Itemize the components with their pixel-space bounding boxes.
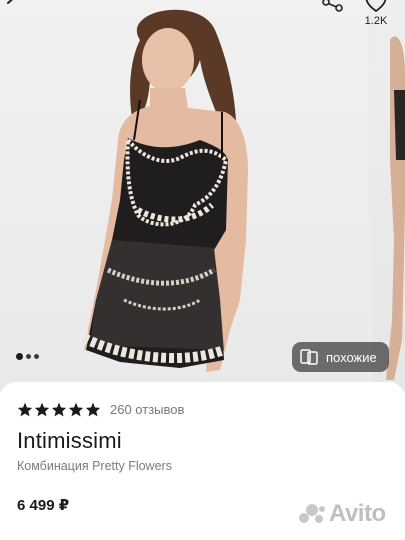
rating-row[interactable]: 260 отзывов: [17, 402, 184, 417]
avito-logo-icon: [299, 504, 325, 523]
star-icon: [34, 402, 50, 417]
similar-label: похожие: [326, 349, 377, 365]
product-price: 6 499 ₽: [17, 497, 70, 514]
reviews-count[interactable]: 260 отзывов: [110, 402, 184, 417]
similar-icon: [300, 349, 318, 365]
product-brand: Intimissimi: [17, 428, 122, 453]
similar-button[interactable]: похожие: [292, 342, 389, 372]
star-icon: [68, 402, 84, 417]
pager-dot: [34, 354, 39, 359]
avito-watermark-text: Avito: [329, 500, 386, 527]
star-icon: [51, 402, 67, 417]
back-arrow-icon[interactable]: [4, 0, 22, 12]
share-icon[interactable]: [322, 0, 344, 14]
star-icon: [17, 402, 33, 417]
product-info-card: 260 отзывов Intimissimi Комбинация Prett…: [0, 382, 405, 540]
favorites-count: 1.2K: [364, 15, 388, 27]
product-gallery[interactable]: 1.2K похожие: [0, 0, 405, 392]
product-subtitle: Комбинация Pretty Flowers: [17, 459, 172, 473]
gallery-pager: [16, 353, 39, 360]
product-photo[interactable]: [0, 0, 368, 392]
rating-stars: [17, 402, 101, 417]
heart-icon[interactable]: [363, 0, 389, 14]
star-icon: [85, 402, 101, 417]
avito-watermark: Avito: [298, 500, 386, 528]
next-product-photo[interactable]: [372, 0, 405, 392]
pager-dot-active: [16, 353, 23, 360]
pager-dot: [26, 354, 31, 359]
